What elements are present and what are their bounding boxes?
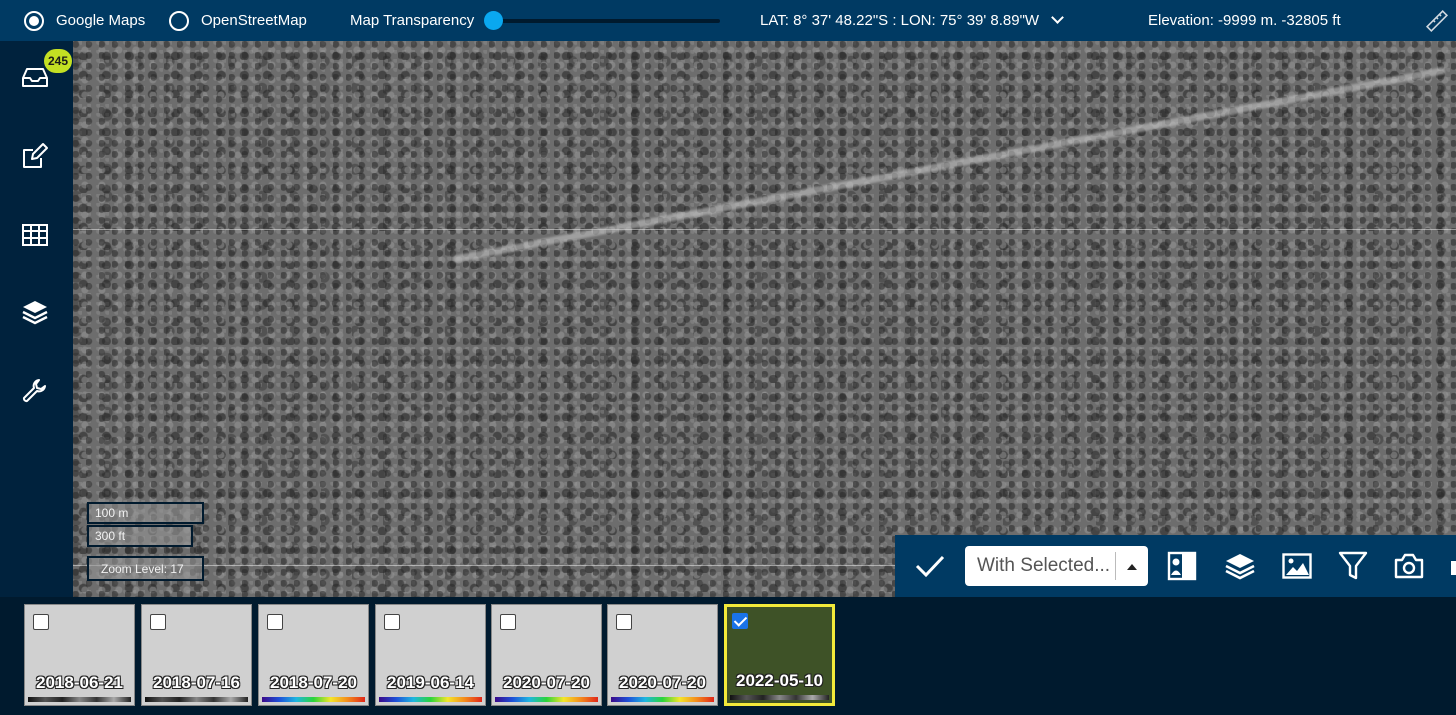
edit-icon bbox=[21, 142, 49, 175]
thumbnail-date: 2018-07-16 bbox=[153, 673, 240, 692]
app-window: Google Maps OpenStreetMap Map Transparen… bbox=[0, 0, 1456, 715]
caret-up-icon[interactable] bbox=[1127, 564, 1137, 570]
elevation-readout: Elevation: -9999 m. -32805 ft bbox=[1148, 12, 1341, 29]
thumbnail-card[interactable]: 2018-07-16 bbox=[141, 604, 252, 706]
thumbnail-checkbox[interactable] bbox=[150, 614, 166, 630]
chevron-down-icon[interactable] bbox=[1051, 11, 1064, 24]
thumbnail-colorbar bbox=[28, 697, 131, 702]
map-clearing-trail bbox=[452, 66, 1446, 263]
coordinates-readout: LAT: 8° 37' 48.22"S : LON: 75° 39' 8.89"… bbox=[760, 12, 1040, 29]
scale-bar-metric: 100 m bbox=[87, 502, 204, 524]
sidebar-item-edit[interactable] bbox=[13, 136, 57, 180]
thumbnail-date: 2019-06-14 bbox=[387, 673, 474, 692]
layers-icon bbox=[21, 299, 49, 330]
thumbnail-checkbox[interactable] bbox=[33, 614, 49, 630]
portrait-icon[interactable] bbox=[1164, 548, 1200, 584]
thumbnail-checkbox[interactable] bbox=[267, 614, 283, 630]
thumbnail-card-selected[interactable]: 2022-05-10 bbox=[724, 604, 835, 706]
sidebar bbox=[0, 41, 73, 597]
basemap-google-option[interactable]: Google Maps bbox=[24, 0, 145, 41]
thumbnail-checkbox-checked[interactable] bbox=[732, 613, 748, 629]
sidebar-item-table[interactable] bbox=[13, 215, 57, 259]
transparency-slider[interactable] bbox=[493, 19, 720, 23]
more-toolbar-icon[interactable] bbox=[1441, 548, 1456, 584]
radio-selected-icon[interactable] bbox=[24, 10, 44, 31]
check-icon[interactable] bbox=[912, 548, 948, 584]
coordinates-dropdown[interactable]: LAT: 8° 37' 48.22"S : LON: 75° 39' 8.89"… bbox=[760, 0, 1064, 41]
thumbnail-date: 2020-07-20 bbox=[503, 673, 590, 692]
thumbnail-card[interactable]: 2020-07-20 bbox=[607, 604, 718, 706]
inbox-icon bbox=[21, 66, 49, 93]
transparency-label: Map Transparency bbox=[350, 12, 475, 29]
transparency-slider-thumb[interactable] bbox=[484, 11, 503, 30]
image-icon[interactable] bbox=[1279, 548, 1315, 584]
satellite-map[interactable]: 100 m 300 ft Zoom Level: 17 bbox=[73, 41, 1456, 597]
tile-seam bbox=[73, 229, 1456, 230]
scale-bar-imperial: 300 ft bbox=[87, 525, 193, 547]
radio-unselected-icon[interactable] bbox=[169, 10, 189, 31]
thumbnail-date: 2020-07-20 bbox=[619, 673, 706, 692]
thumbnail-colorbar bbox=[262, 697, 365, 702]
thumbnail-date: 2018-06-21 bbox=[36, 673, 123, 692]
thumbnail-date: 2018-07-20 bbox=[270, 673, 357, 692]
layers-icon[interactable] bbox=[1222, 548, 1258, 584]
basemap-osm-option[interactable]: OpenStreetMap bbox=[169, 0, 307, 41]
thumbnail-colorbar bbox=[145, 697, 248, 702]
filter-icon[interactable] bbox=[1335, 548, 1371, 584]
thumbnail-checkbox[interactable] bbox=[616, 614, 632, 630]
thumbnail-colorbar bbox=[611, 697, 714, 702]
thumbnail-card[interactable]: 2018-07-20 bbox=[258, 604, 369, 706]
thumbnail-checkbox[interactable] bbox=[384, 614, 400, 630]
thumbnail-colorbar bbox=[379, 697, 482, 702]
thumbnail-card[interactable]: 2018-06-21 bbox=[24, 604, 135, 706]
zoom-level-indicator: Zoom Level: 17 bbox=[87, 556, 204, 581]
wrench-icon bbox=[22, 378, 48, 410]
thumbnail-colorbar bbox=[730, 695, 829, 700]
ruler-icon[interactable] bbox=[1425, 0, 1449, 41]
basemap-osm-label: OpenStreetMap bbox=[201, 12, 307, 29]
sidebar-item-tools[interactable] bbox=[13, 372, 57, 416]
sidebar-item-layers[interactable] bbox=[13, 292, 57, 336]
image-thumbnail-strip: 2018-06-21 2018-07-16 2018-07-20 2019-06… bbox=[0, 597, 1456, 715]
table-icon bbox=[22, 223, 48, 251]
thumbnail-card[interactable]: 2020-07-20 bbox=[491, 604, 602, 706]
thumbnail-card[interactable]: 2019-06-14 bbox=[375, 604, 486, 706]
with-selected-label: With Selected... bbox=[977, 555, 1111, 576]
top-bar: Google Maps OpenStreetMap Map Transparen… bbox=[0, 0, 1456, 41]
with-selected-dropdown[interactable]: With Selected... bbox=[965, 546, 1148, 586]
thumbnail-colorbar bbox=[495, 697, 598, 702]
thumbnail-date: 2022-05-10 bbox=[736, 671, 823, 690]
camera-icon[interactable] bbox=[1391, 548, 1427, 584]
thumbnail-checkbox[interactable] bbox=[500, 614, 516, 630]
map-action-toolbar: With Selected... bbox=[895, 535, 1456, 597]
inbox-count-badge: 245 bbox=[44, 49, 72, 73]
basemap-google-label: Google Maps bbox=[56, 12, 146, 29]
